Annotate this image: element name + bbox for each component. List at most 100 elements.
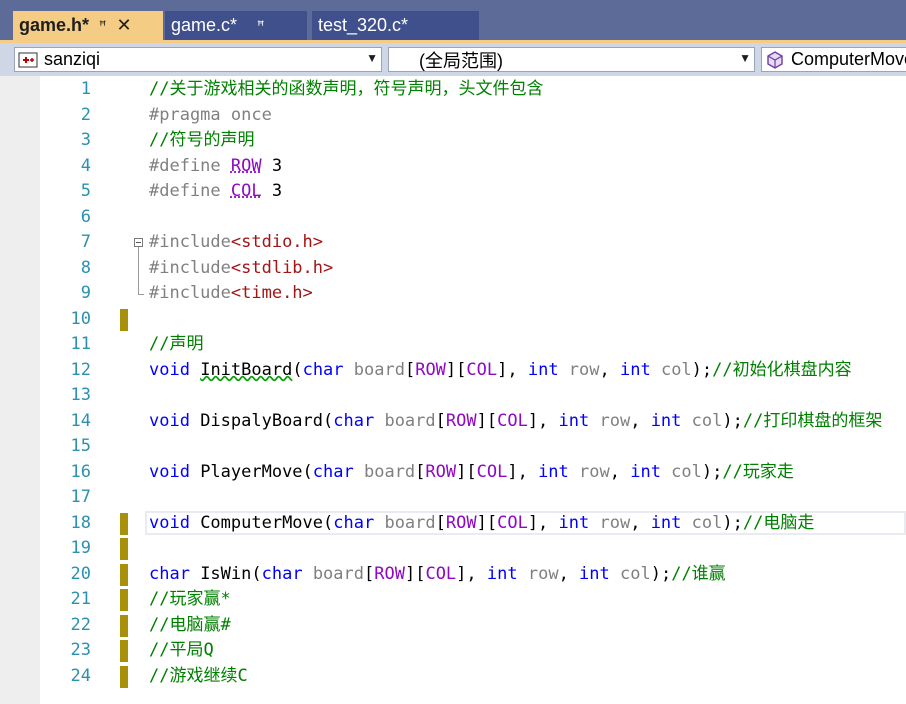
code-token: board [353,461,416,482]
scope-dropdown[interactable]: (全局范围) ▼ [388,47,755,72]
code-token: COL [497,512,528,533]
pin-icon[interactable]: ꟸ [257,18,265,34]
dropdown-arrow-icon[interactable]: ▼ [739,51,751,65]
code-line[interactable]: 1 //关于游戏相关的函数声明，符号声明，头文件包含 [40,77,906,103]
code-line[interactable]: 7 #include<stdio.h> [40,230,906,256]
code-token: col [681,512,723,533]
code-text: //玩家赢* [149,587,231,613]
code-token: //关于游戏相关的函数声明，符号声明，头文件包含 [149,79,544,99]
code-text: void PlayerMove(char board[ROW][COL], in… [149,460,794,486]
code-line[interactable]: 16 void PlayerMove(char board[ROW][COL], … [40,460,906,486]
code-token: ][ [445,359,467,380]
code-token: , [599,359,620,380]
code-token: board [343,359,405,380]
tab-test-320-c[interactable]: test_320.c* [312,11,479,40]
collapse-icon[interactable] [134,238,143,247]
code-line[interactable]: 15 [40,434,906,460]
code-token: IsWin [189,563,252,584]
code-line[interactable]: 2 #pragma once [40,103,906,129]
code-token: row [568,461,610,482]
tab-label: game.c* [171,15,238,35]
code-line[interactable]: 21 //玩家赢* [40,587,906,613]
code-line[interactable]: 6 [40,205,906,231]
line-number: 1 [80,79,91,99]
code-line[interactable]: 9 #include<time.h> [40,281,906,307]
code-line[interactable]: 5 #define COL 3 [40,179,906,205]
code-line[interactable]: 8 #include<stdlib.h> [40,255,906,282]
code-token: int [558,512,590,533]
code-token: [ [435,512,446,533]
code-token: ( [323,512,334,533]
scope-label: (全局范围) [419,50,503,71]
member-label: ComputerMove [791,49,906,69]
code-token: ); [722,512,743,533]
code-line[interactable]: 12 void InitBoard(char board[ROW][COL], i… [40,358,906,384]
code-token: col [609,563,651,584]
change-marker [120,512,128,535]
code-token: int [579,563,610,584]
code-token: //玩家赢* [149,589,231,609]
code-line[interactable]: 11 //声明 [40,332,906,358]
line-number: 17 [70,487,91,507]
code-token: char [302,359,344,380]
code-token: #define [149,155,231,176]
line-number: 10 [70,308,91,329]
code-token: <stdio.h> [230,232,324,252]
code-token: void [149,512,190,533]
code-line[interactable]: 22 //电脑赢# [40,613,906,639]
code-token: COL [476,461,508,482]
line-number: 9 [80,283,91,303]
line-number: 7 [80,232,91,252]
code-token: [ [364,563,375,584]
code-line[interactable]: 4 #define ROW 3 [40,154,906,180]
code-token: ][ [476,512,498,533]
code-token: DispalyBoard [189,410,324,431]
code-text: #include<stdlib.h> [149,256,333,282]
code-line[interactable]: 18 void ComputerMove(char board[ROW][COL]… [40,510,906,537]
code-token: int [630,461,661,482]
code-token: ); [701,461,723,482]
change-marker [120,538,128,560]
code-line[interactable]: 3 //符号的声明 [40,128,906,154]
code-token: #include [149,257,231,278]
code-token: //谁赢 [671,563,726,584]
code-line[interactable]: 19 [40,536,906,562]
code-token: ][ [404,563,426,584]
code-token: char [149,563,190,584]
line-number: 22 [70,614,91,635]
code-token: ); [691,359,713,380]
code-token: ( [251,563,262,584]
code-text: //关于游戏相关的函数声明，符号声明，头文件包含 [149,77,543,103]
code-line[interactable]: 23 //平局Q [40,638,906,664]
code-editor[interactable]: 1 //关于游戏相关的函数声明，符号声明，头文件包含 2 #pragma once 3 /… [0,76,906,704]
dropdown-arrow-icon[interactable]: ▼ [366,51,378,65]
code-token: ROW [445,410,477,431]
code-line[interactable]: 10 [40,307,906,333]
project-dropdown[interactable]: sanziqi ▼ [14,47,382,72]
tab-game-h[interactable]: game.h* ꟸ ✕ [13,11,163,40]
change-marker [120,589,128,611]
tab-label: test_320.c* [318,15,409,35]
member-dropdown[interactable]: ComputerMove [761,47,906,72]
line-number: 16 [70,461,91,482]
code-token: row [558,359,600,380]
code-token: col [660,461,702,482]
code-text: //电脑赢# [149,613,231,639]
code-token: [ [435,410,446,431]
code-line[interactable]: 24 //游戏继续C [40,664,906,690]
code-token: int [558,410,590,431]
code-token: //电脑走 [742,512,815,533]
code-token: ( [323,410,334,431]
code-token: void [149,410,190,431]
code-token: int [650,410,682,431]
code-token: board [374,410,436,431]
code-line[interactable]: 17 [40,485,906,511]
code-token: ComputerMove [189,512,324,533]
code-token: int [650,512,682,533]
code-line[interactable]: 20 char IsWin(char board[ROW][COL], int r… [40,562,906,588]
pin-icon[interactable]: ꟸ [99,18,107,34]
tab-game-c[interactable]: game.c* ꟸ [165,11,307,40]
close-icon[interactable]: ✕ [117,15,132,36]
code-line[interactable]: 14 void DispalyBoard(char board[ROW][COL]… [40,409,906,435]
code-line[interactable]: 13 [40,383,906,409]
